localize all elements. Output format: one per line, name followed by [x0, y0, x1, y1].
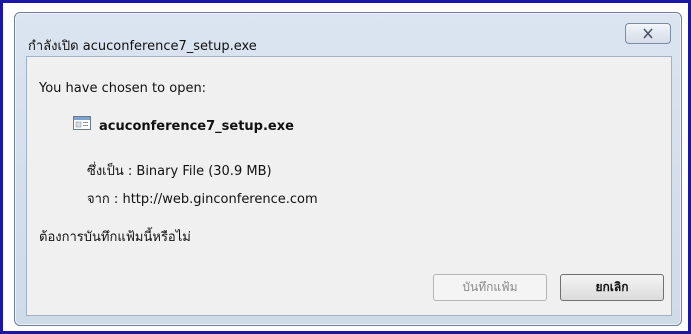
download-dialog: กำลังเปิด acuconference7_setup.exe You h… — [14, 12, 682, 326]
intro-text: You have chosen to open: — [39, 81, 207, 96]
file-name: acuconference7_setup.exe — [99, 119, 294, 134]
close-button[interactable] — [625, 23, 671, 44]
file-source-label: จาก : — [87, 192, 119, 207]
save-question: ต้องการบันทึกแฟ้มนี้หรือไม่ — [39, 230, 191, 245]
file-type-row: ซึ่งเป็น : Binary File (30.9 MB) — [87, 160, 272, 181]
file-icon — [73, 116, 91, 130]
cancel-button[interactable]: ยกเลิก — [560, 274, 664, 301]
screenshot-frame: กำลังเปิด acuconference7_setup.exe You h… — [0, 0, 691, 334]
file-type-value: Binary File (30.9 MB) — [136, 164, 272, 179]
close-x-icon — [643, 28, 653, 39]
file-source-row: จาก : http://web.ginconference.com — [87, 188, 318, 209]
file-source-value: http://web.ginconference.com — [122, 192, 318, 207]
file-type-label: ซึ่งเป็น : — [87, 164, 133, 179]
window-title: กำลังเปิด acuconference7_setup.exe — [28, 39, 257, 54]
dialog-content: You have chosen to open: acuconference7_… — [26, 56, 672, 316]
save-file-button[interactable]: บันทึกแฟ้ม — [433, 274, 547, 301]
